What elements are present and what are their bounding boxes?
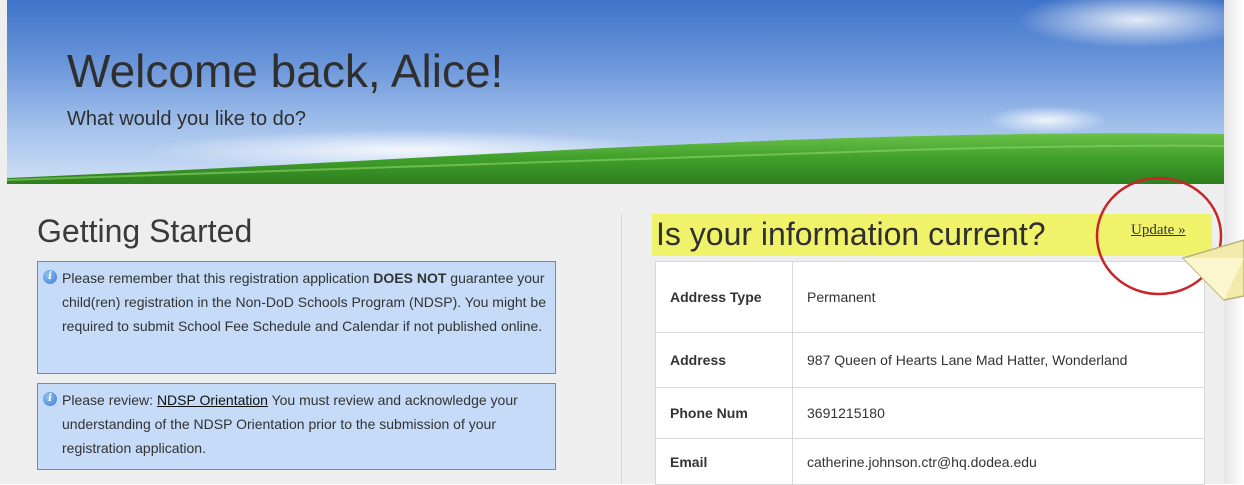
notice-text-before: Please remember that this registration a…	[62, 270, 374, 286]
row-label: Phone Num	[655, 387, 793, 439]
row-label: Email	[655, 438, 793, 485]
welcome-banner: Welcome back, Alice! What would you like…	[7, 0, 1224, 184]
information-current-title: Is your information current?	[656, 216, 1046, 252]
column-divider	[621, 214, 622, 484]
row-value: Permanent	[792, 261, 1205, 333]
row-value: 987 Queen of Hearts Lane Mad Hatter, Won…	[792, 332, 1205, 388]
table-row: Address Type Permanent	[655, 261, 1205, 333]
getting-started-title: Getting Started	[37, 213, 253, 249]
table-row: Phone Num 3691215180	[655, 387, 1205, 439]
row-label: Address	[655, 332, 793, 388]
welcome-subtitle: What would you like to do?	[67, 108, 307, 130]
notice-bold-text: DOES NOT	[373, 270, 447, 286]
row-value: catherine.johnson.ctr@hq.dodea.edu	[792, 438, 1205, 485]
page-edge-shadow	[1224, 0, 1244, 484]
contact-info-table: Address Type Permanent Address 987 Queen…	[655, 261, 1205, 485]
info-icon: i	[43, 270, 57, 284]
table-row: Address 987 Queen of Hearts Lane Mad Hat…	[655, 332, 1205, 388]
orientation-notice: i Please review: NDSP Orientation You mu…	[37, 383, 556, 470]
row-value: 3691215180	[792, 387, 1205, 439]
notice-text-before: Please review:	[62, 392, 157, 408]
registration-notice: i Please remember that this registration…	[37, 261, 556, 374]
table-row: Email catherine.johnson.ctr@hq.dodea.edu	[655, 438, 1205, 485]
update-link[interactable]: Update »	[1131, 222, 1186, 239]
ndsp-orientation-link[interactable]: NDSP Orientation	[157, 392, 268, 408]
row-label: Address Type	[655, 261, 793, 333]
welcome-title: Welcome back, Alice!	[67, 45, 504, 97]
info-icon: i	[43, 392, 57, 406]
